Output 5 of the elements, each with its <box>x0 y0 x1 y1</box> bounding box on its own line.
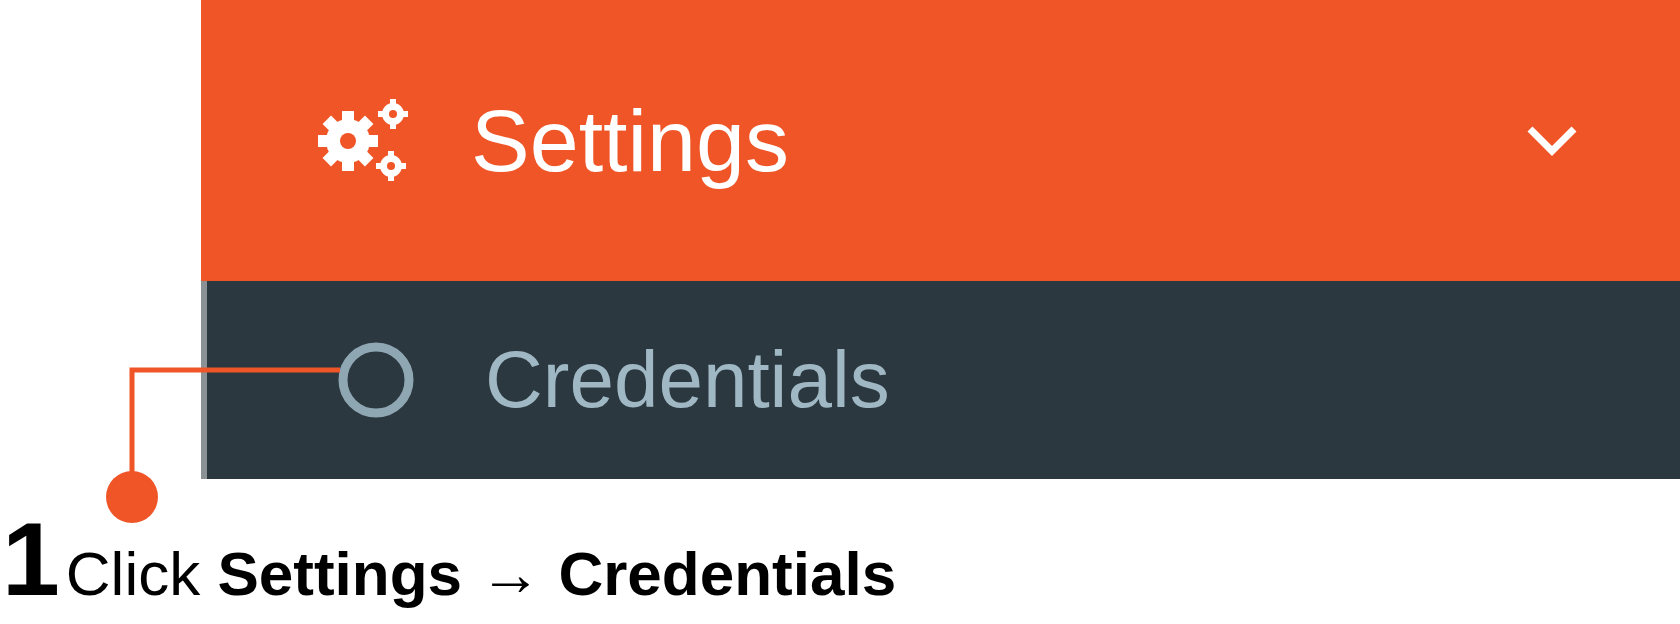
menu-header-label: Settings <box>471 89 790 192</box>
step-instruction: Click Settings → Credentials <box>65 538 897 610</box>
step-number: 1 <box>2 507 60 611</box>
settings-menu-header[interactable]: Settings <box>201 0 1680 281</box>
circle-icon <box>337 341 415 419</box>
